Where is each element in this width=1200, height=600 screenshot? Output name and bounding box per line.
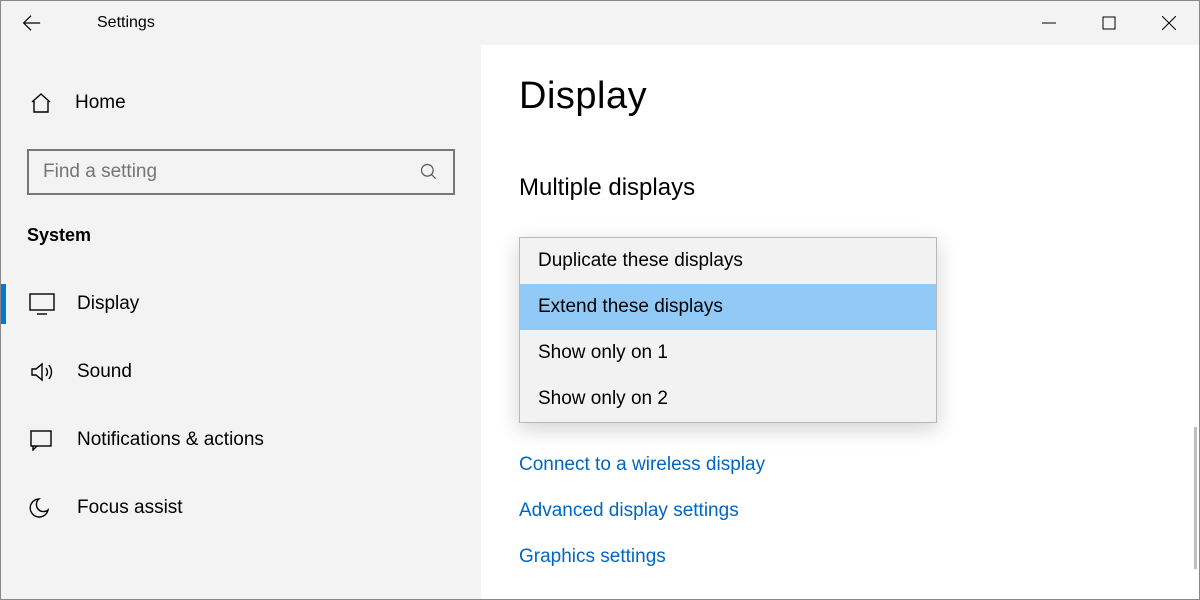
search-icon — [419, 162, 439, 182]
sidebar-item-label: Notifications & actions — [77, 429, 264, 451]
titlebar: Settings — [1, 1, 1199, 45]
home-icon — [29, 91, 53, 115]
search-field[interactable] — [43, 161, 419, 183]
close-icon — [1162, 16, 1176, 30]
link-graphics-settings[interactable]: Graphics settings — [519, 546, 1199, 568]
sidebar-item-notifications[interactable]: Notifications & actions — [1, 406, 481, 474]
arrow-left-icon — [20, 12, 42, 34]
dropdown-option[interactable]: Show only on 2 — [520, 376, 936, 422]
focus-assist-icon — [29, 495, 55, 521]
back-button[interactable] — [1, 1, 61, 45]
home-label: Home — [75, 92, 126, 114]
content-pane: Display Multiple displays Connect to a w… — [481, 45, 1199, 599]
scrollbar[interactable] — [1194, 427, 1197, 569]
maximize-icon — [1102, 16, 1116, 30]
dropdown-option[interactable]: Show only on 1 — [520, 330, 936, 376]
dropdown-option[interactable]: Duplicate these displays — [520, 238, 936, 284]
sound-icon — [29, 359, 55, 385]
sidebar-item-focus-assist[interactable]: Focus assist — [1, 474, 481, 542]
sidebar-item-sound[interactable]: Sound — [1, 338, 481, 406]
sidebar: Home System Display Sound — [1, 45, 481, 599]
close-button[interactable] — [1139, 1, 1199, 45]
notifications-icon — [29, 427, 55, 453]
sidebar-home[interactable]: Home — [1, 79, 481, 127]
sidebar-item-label: Display — [77, 293, 139, 315]
minimize-button[interactable] — [1019, 1, 1079, 45]
minimize-icon — [1042, 16, 1056, 30]
section-heading: Multiple displays — [519, 174, 1199, 202]
search-input[interactable] — [27, 149, 455, 195]
window-title: Settings — [97, 14, 155, 32]
sidebar-item-label: Focus assist — [77, 497, 183, 519]
multiple-displays-dropdown[interactable]: Duplicate these displays Extend these di… — [519, 237, 937, 423]
page-title: Display — [519, 75, 1199, 118]
sidebar-section-label: System — [27, 225, 481, 246]
sidebar-item-display[interactable]: Display — [1, 270, 481, 338]
sidebar-item-label: Sound — [77, 361, 132, 383]
maximize-button[interactable] — [1079, 1, 1139, 45]
display-icon — [29, 291, 55, 317]
dropdown-option-selected[interactable]: Extend these displays — [520, 284, 936, 330]
link-advanced-display-settings[interactable]: Advanced display settings — [519, 500, 1199, 522]
link-connect-wireless-display[interactable]: Connect to a wireless display — [519, 454, 1199, 476]
